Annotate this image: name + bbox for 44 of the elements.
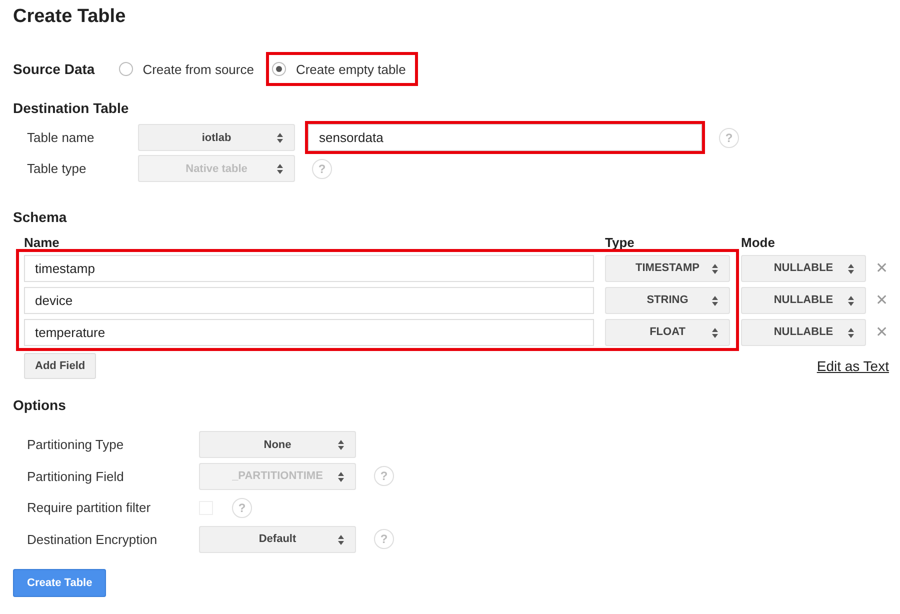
- sort-arrows-icon: [337, 470, 345, 483]
- radio-button[interactable]: [272, 62, 286, 76]
- sort-arrows-icon: [337, 439, 345, 452]
- page-title: Create Table: [13, 6, 126, 29]
- dropdown[interactable]: NULLABLE: [741, 318, 866, 346]
- radio-button[interactable]: [118, 62, 133, 76]
- field-label: Destination Encryption: [27, 532, 158, 547]
- dropdown[interactable]: iotlab: [138, 124, 295, 151]
- column-header: Mode: [741, 235, 775, 249]
- dropdown[interactable]: NULLABLE: [741, 286, 866, 314]
- column-header: Type: [605, 235, 636, 249]
- field-label: Partitioning Type: [27, 437, 125, 452]
- field-label: Require partition filter: [27, 500, 152, 516]
- sort-arrows-icon: [276, 132, 284, 144]
- section-heading: Destination Table: [13, 100, 129, 118]
- radio-label[interactable]: Create empty table: [296, 62, 406, 76]
- section-heading: Options: [13, 397, 66, 415]
- input-field[interactable]: timestamp: [24, 254, 594, 282]
- dropdown[interactable]: Default: [199, 526, 356, 553]
- dropdown[interactable]: STRING: [605, 286, 730, 314]
- dropdown[interactable]: NULLABLE: [741, 254, 866, 282]
- edit-as-text-link[interactable]: Edit as Text: [816, 358, 889, 374]
- sort-arrows-icon: [711, 294, 719, 306]
- dropdown[interactable]: FLOAT: [605, 318, 730, 346]
- sort-arrows-icon: [847, 262, 855, 274]
- dropdown[interactable]: None: [199, 431, 356, 458]
- sort-arrows-icon: [337, 534, 345, 546]
- input-field[interactable]: device: [24, 286, 594, 314]
- sort-arrows-icon: [711, 262, 719, 274]
- section-heading: Source Data: [13, 61, 95, 77]
- field-label: Table type: [27, 161, 88, 176]
- radio-label[interactable]: Create from source: [142, 62, 254, 76]
- input-field[interactable]: temperature: [24, 318, 594, 346]
- add-field-button[interactable]: Add Field: [24, 353, 96, 379]
- sort-arrows-icon: [711, 326, 719, 338]
- section-heading: Schema: [13, 209, 67, 227]
- dropdown[interactable]: TIMESTAMP: [605, 254, 730, 282]
- sort-arrows-icon: [847, 294, 855, 306]
- column-header: Name: [24, 235, 60, 249]
- sort-arrows-icon: [847, 326, 855, 338]
- field-label: Partitioning Field: [27, 468, 125, 484]
- input-field[interactable]: sensordata: [308, 124, 702, 151]
- field-label: Table name: [27, 130, 96, 145]
- sort-arrows-icon: [276, 163, 284, 175]
